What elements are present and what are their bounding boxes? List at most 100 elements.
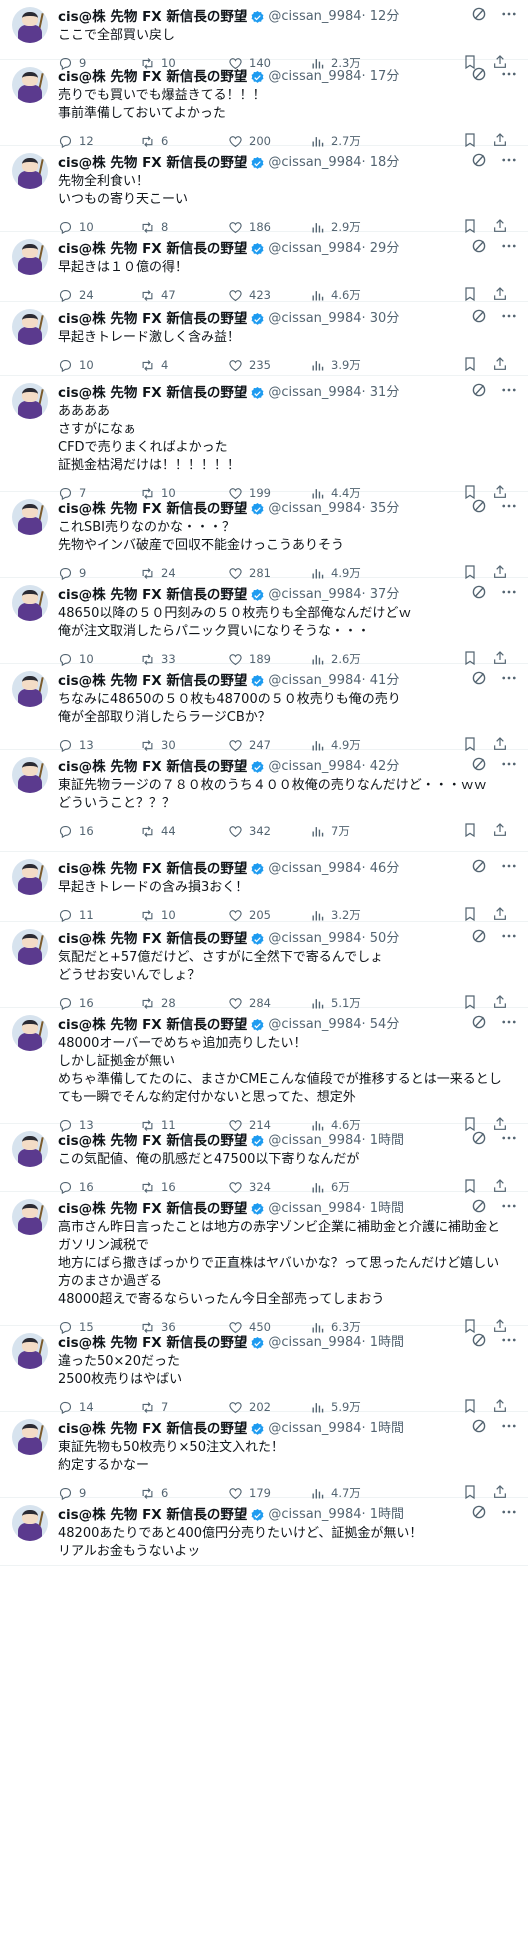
author-name[interactable]: cis@株 先物 FX 新信長の野望 bbox=[58, 1131, 247, 1151]
share-icon[interactable] bbox=[492, 356, 508, 375]
avatar[interactable] bbox=[12, 1131, 48, 1167]
grok-icon[interactable] bbox=[470, 237, 488, 255]
reply-button[interactable]: 11 bbox=[58, 908, 140, 923]
author-name[interactable]: cis@株 先物 FX 新信長の野望 bbox=[58, 671, 247, 691]
author-name[interactable]: cis@株 先物 FX 新信長の野望 bbox=[58, 309, 247, 329]
avatar[interactable] bbox=[12, 309, 48, 345]
more-options-icon[interactable] bbox=[500, 755, 518, 773]
tweet-timestamp[interactable]: · 46分 bbox=[362, 859, 400, 879]
author-name[interactable]: cis@株 先物 FX 新信長の野望 bbox=[58, 1199, 247, 1219]
grok-icon[interactable] bbox=[470, 1331, 488, 1349]
avatar[interactable] bbox=[12, 1015, 48, 1051]
tweet[interactable]: cis@株 先物 FX 新信長の野望 @cissan_9984 · 54分 4800… bbox=[0, 1008, 528, 1132]
author-name[interactable]: cis@株 先物 FX 新信長の野望 bbox=[58, 239, 247, 259]
author-handle[interactable]: @cissan_9984 bbox=[268, 859, 361, 879]
grok-icon[interactable] bbox=[470, 65, 488, 83]
more-options-icon[interactable] bbox=[500, 857, 518, 875]
tweet-timestamp[interactable]: · 42分 bbox=[362, 757, 400, 777]
bookmark-icon[interactable] bbox=[462, 356, 478, 375]
tweet[interactable]: cis@株 先物 FX 新信長の野望 @cissan_9984 · 41分 ちなみに… bbox=[0, 664, 528, 752]
retweet-button[interactable]: 10 bbox=[140, 908, 228, 923]
retweet-button[interactable]: 4 bbox=[140, 358, 228, 373]
more-options-icon[interactable] bbox=[500, 669, 518, 687]
avatar[interactable] bbox=[12, 1419, 48, 1455]
tweet-timestamp[interactable]: · 1時間 bbox=[362, 1419, 405, 1439]
tweet[interactable]: cis@株 先物 FX 新信長の野望 @cissan_9984 · 30分 早起きト… bbox=[0, 302, 528, 376]
more-options-icon[interactable] bbox=[500, 1129, 518, 1147]
tweet[interactable]: cis@株 先物 FX 新信長の野望 @cissan_9984 · 31分 ああああ… bbox=[0, 376, 528, 500]
tweet[interactable]: cis@株 先物 FX 新信長の野望 @cissan_9984 · 1時間 東証先物… bbox=[0, 1412, 528, 1500]
grok-icon[interactable] bbox=[470, 1129, 488, 1147]
author-name[interactable]: cis@株 先物 FX 新信長の野望 bbox=[58, 757, 247, 777]
author-name[interactable]: cis@株 先物 FX 新信長の野望 bbox=[58, 499, 247, 519]
more-options-icon[interactable] bbox=[500, 65, 518, 83]
more-options-icon[interactable] bbox=[500, 5, 518, 23]
tweet[interactable]: cis@株 先物 FX 新信長の野望 @cissan_9984 · 18分 先物全利… bbox=[0, 146, 528, 234]
grok-icon[interactable] bbox=[470, 307, 488, 325]
tweet[interactable]: cis@株 先物 FX 新信長の野望 @cissan_9984 · 29分 早起きは… bbox=[0, 232, 528, 302]
grok-icon[interactable] bbox=[470, 1197, 488, 1215]
retweet-button[interactable]: 44 bbox=[140, 824, 228, 839]
like-button[interactable]: 235 bbox=[228, 358, 310, 373]
tweet[interactable]: cis@株 先物 FX 新信長の野望 @cissan_9984 · 1時間 この気配… bbox=[0, 1124, 528, 1194]
grok-icon[interactable] bbox=[470, 1417, 488, 1435]
avatar[interactable] bbox=[12, 1505, 48, 1541]
retweet-button[interactable]: 47 bbox=[140, 288, 228, 303]
tweet-timestamp[interactable]: · 50分 bbox=[362, 929, 400, 949]
avatar[interactable] bbox=[12, 239, 48, 275]
tweet-timestamp[interactable]: · 30分 bbox=[362, 309, 400, 329]
avatar[interactable] bbox=[12, 929, 48, 965]
tweet[interactable]: cis@株 先物 FX 新信長の野望 @cissan_9984 · 42分 東証先物… bbox=[0, 750, 528, 852]
tweet-timestamp[interactable]: · 29分 bbox=[362, 239, 400, 259]
views-button[interactable]: 4.6万 bbox=[310, 287, 390, 303]
tweet-timestamp[interactable]: · 31分 bbox=[362, 383, 400, 403]
like-button[interactable]: 342 bbox=[228, 824, 310, 839]
avatar[interactable] bbox=[12, 585, 48, 621]
author-handle[interactable]: @cissan_9984 bbox=[268, 153, 361, 173]
author-name[interactable]: cis@株 先物 FX 新信長の野望 bbox=[58, 1333, 247, 1353]
reply-button[interactable]: 16 bbox=[58, 824, 140, 839]
author-handle[interactable]: @cissan_9984 bbox=[268, 585, 361, 605]
like-button[interactable]: 423 bbox=[228, 288, 310, 303]
more-options-icon[interactable] bbox=[500, 1331, 518, 1349]
grok-icon[interactable] bbox=[470, 857, 488, 875]
more-options-icon[interactable] bbox=[500, 151, 518, 169]
avatar[interactable] bbox=[12, 1199, 48, 1235]
avatar[interactable] bbox=[12, 153, 48, 189]
author-handle[interactable]: @cissan_9984 bbox=[268, 1199, 361, 1219]
grok-icon[interactable] bbox=[470, 583, 488, 601]
tweet[interactable]: cis@株 先物 FX 新信長の野望 @cissan_9984 · 1時間 4820… bbox=[0, 1498, 528, 1566]
author-handle[interactable]: @cissan_9984 bbox=[268, 1015, 361, 1035]
bookmark-icon[interactable] bbox=[462, 822, 478, 841]
tweet[interactable]: cis@株 先物 FX 新信長の野望 @cissan_9984 · 46分 早起きト… bbox=[0, 852, 528, 922]
views-button[interactable]: 3.9万 bbox=[310, 357, 390, 373]
grok-icon[interactable] bbox=[470, 381, 488, 399]
avatar[interactable] bbox=[12, 1333, 48, 1369]
tweet[interactable]: cis@株 先物 FX 新信長の野望 @cissan_9984 · 1時間 違った5… bbox=[0, 1326, 528, 1414]
more-options-icon[interactable] bbox=[500, 1013, 518, 1031]
avatar[interactable] bbox=[12, 757, 48, 793]
grok-icon[interactable] bbox=[470, 5, 488, 23]
author-handle[interactable]: @cissan_9984 bbox=[268, 383, 361, 403]
tweet-timestamp[interactable]: · 41分 bbox=[362, 671, 400, 691]
author-name[interactable]: cis@株 先物 FX 新信長の野望 bbox=[58, 585, 247, 605]
more-options-icon[interactable] bbox=[500, 307, 518, 325]
author-name[interactable]: cis@株 先物 FX 新信長の野望 bbox=[58, 1419, 247, 1439]
more-options-icon[interactable] bbox=[500, 1197, 518, 1215]
tweet[interactable]: cis@株 先物 FX 新信長の野望 @cissan_9984 · 37分 4865… bbox=[0, 578, 528, 666]
avatar[interactable] bbox=[12, 499, 48, 535]
tweet[interactable]: cis@株 先物 FX 新信長の野望 @cissan_9984 · 12分 ここで全… bbox=[0, 0, 528, 70]
grok-icon[interactable] bbox=[470, 151, 488, 169]
author-handle[interactable]: @cissan_9984 bbox=[268, 671, 361, 691]
tweet-timestamp[interactable]: · 54分 bbox=[362, 1015, 400, 1035]
tweet-timestamp[interactable]: · 1時間 bbox=[362, 1333, 405, 1353]
avatar[interactable] bbox=[12, 383, 48, 419]
tweet-timestamp[interactable]: · 1時間 bbox=[362, 1199, 405, 1219]
grok-icon[interactable] bbox=[470, 1013, 488, 1031]
author-handle[interactable]: @cissan_9984 bbox=[268, 499, 361, 519]
author-handle[interactable]: @cissan_9984 bbox=[268, 309, 361, 329]
tweet[interactable]: cis@株 先物 FX 新信長の野望 @cissan_9984 · 35分 これSB… bbox=[0, 492, 528, 580]
author-name[interactable]: cis@株 先物 FX 新信長の野望 bbox=[58, 859, 247, 879]
author-name[interactable]: cis@株 先物 FX 新信長の野望 bbox=[58, 7, 247, 27]
grok-icon[interactable] bbox=[470, 755, 488, 773]
